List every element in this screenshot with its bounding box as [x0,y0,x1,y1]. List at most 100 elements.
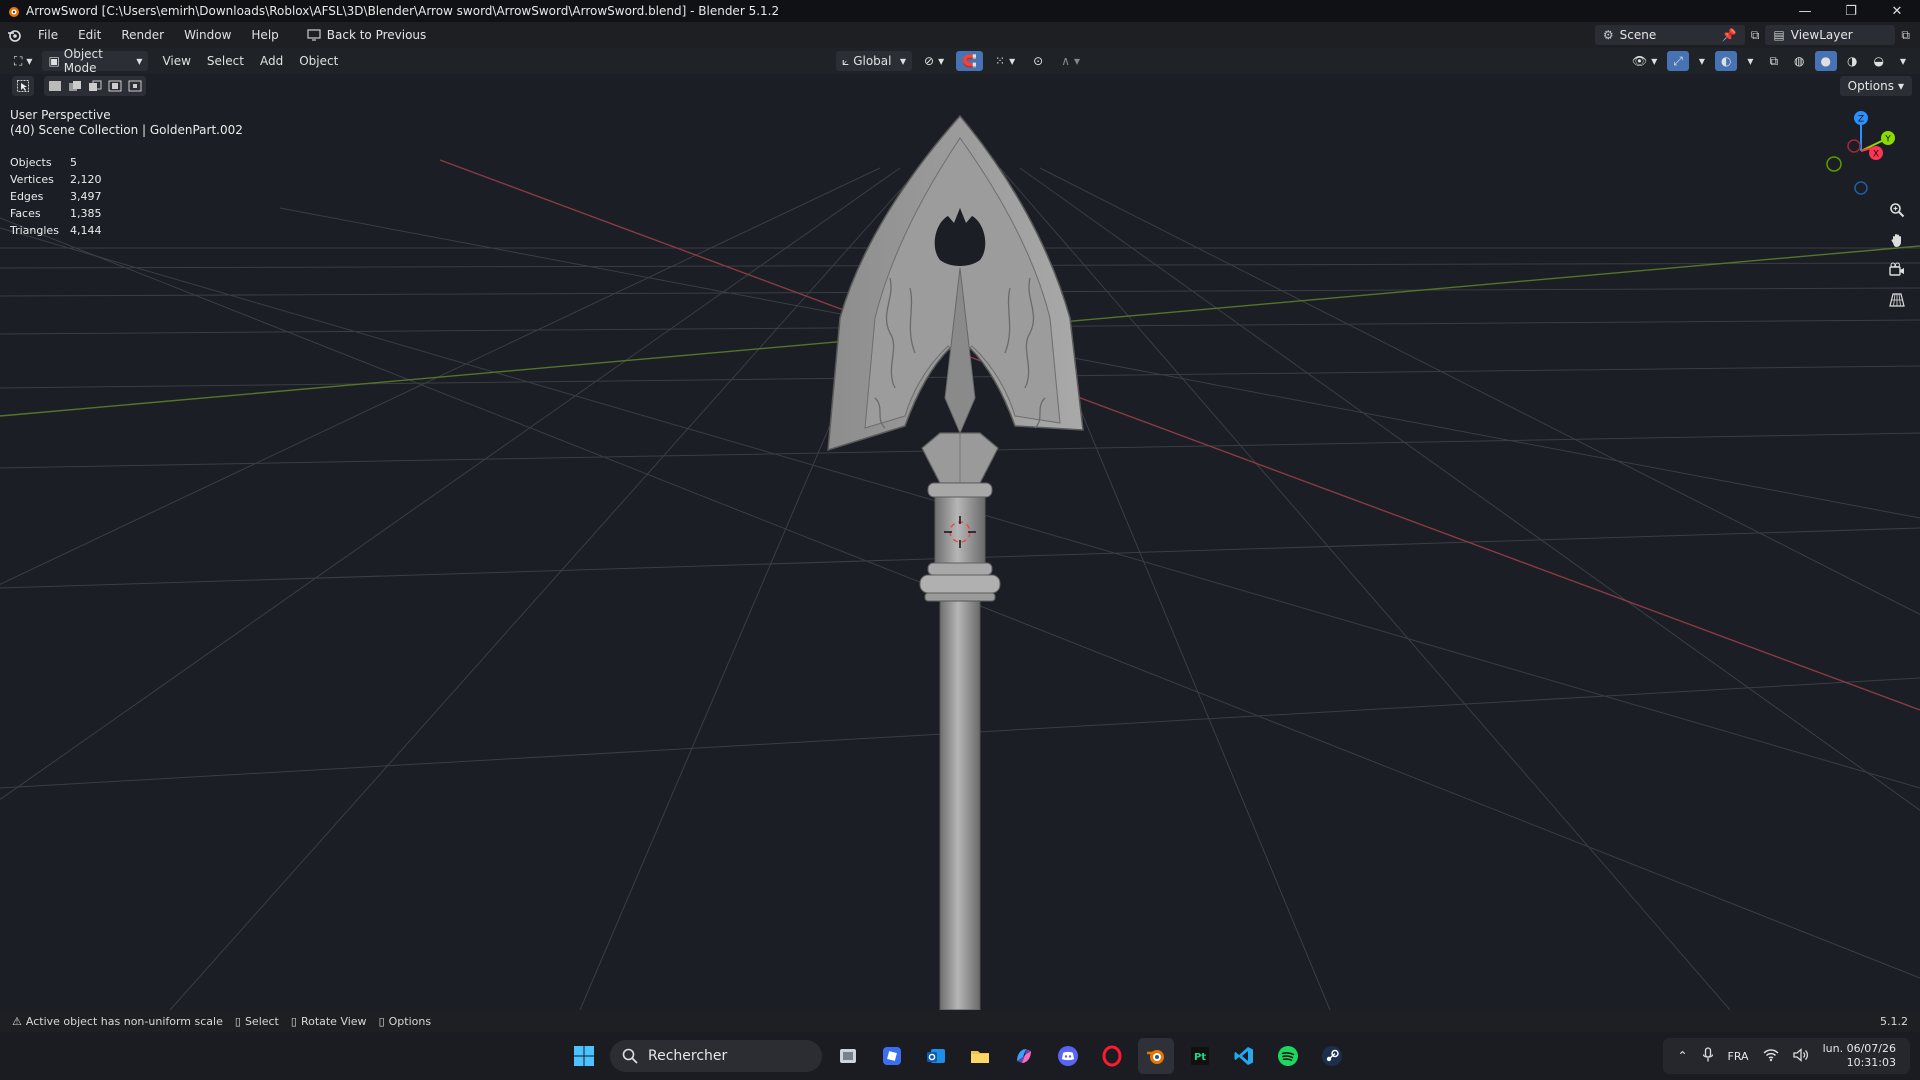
wifi-icon[interactable] [1763,1048,1779,1065]
neg-z-axis-icon[interactable] [1854,181,1868,195]
steam-icon[interactable] [1314,1038,1350,1074]
perspective-grid-icon[interactable] [1886,288,1908,312]
language-indicator[interactable]: FRA [1728,1050,1749,1063]
overlay-dropdown[interactable]: ▾ [1741,51,1759,71]
zoom-icon[interactable] [1886,198,1908,222]
blender-icon [9,7,19,17]
viewlayer-label: ViewLayer [1790,28,1853,42]
transform-orientation-selector[interactable]: ⟀ Global ▾ [836,51,912,71]
overlay-toggle[interactable]: ◐ [1714,51,1738,71]
spotify-icon[interactable] [1270,1038,1306,1074]
snap-toggle[interactable]: 🧲 [956,51,984,71]
viewlayer-icon: ▤ [1773,28,1785,42]
menu-select[interactable]: Select [201,51,250,71]
falloff-curve-icon: ∧ [1061,54,1070,68]
navigation-gizmo[interactable]: Z Y X [1816,106,1906,196]
search-placeholder: Rechercher [648,1048,728,1064]
select-invert-icon[interactable] [106,78,124,94]
wireframe-shading-button[interactable]: ◍ [1788,51,1810,71]
neg-x-axis-icon[interactable] [1847,139,1861,153]
blender-taskbar-icon[interactable] [1138,1038,1174,1074]
stat-row: Triangles 4,144 [10,222,102,239]
scene-selector[interactable]: ⚙ Scene 📌 [1594,25,1745,45]
chevron-up-icon[interactable]: ⌃ [1677,1049,1687,1063]
window-controls: — ❐ ✕ [1782,0,1920,22]
options-dropdown[interactable]: Options ▾ [1839,76,1912,96]
chevron-down-icon: ▾ [1899,54,1906,68]
microphone-icon[interactable] [1702,1046,1714,1066]
task-view-icon[interactable] [830,1038,866,1074]
close-button[interactable]: ✕ [1874,0,1920,22]
falloff-button[interactable]: ∧ ▾ [1055,51,1086,71]
new-viewlayer-icon[interactable]: ⧉ [1901,28,1910,43]
top-menu-bar: File Edit Render Window Help Back to Pre… [0,22,1920,48]
menu-view[interactable]: View [156,51,196,71]
select-extend-icon[interactable] [66,78,84,94]
new-scene-icon[interactable]: ⧉ [1751,28,1760,43]
file-explorer-icon[interactable] [962,1038,998,1074]
mode-selector[interactable]: ▣ Object Mode ▾ [42,47,149,75]
menu-file[interactable]: File [28,22,68,48]
xray-toggle[interactable]: ⧉ [1763,51,1784,71]
pan-hand-icon[interactable] [1886,228,1908,252]
window-title: ArrowSword [C:\Users\emirh\Downloads\Rob… [26,4,780,18]
visibility-button[interactable]: 👁 ▾ [1626,51,1663,71]
pivot-point-button[interactable]: ⊘ ▾ [918,51,950,71]
outlook-icon[interactable] [918,1038,954,1074]
shading-dropdown[interactable]: ▾ [1894,51,1912,71]
select-new-icon[interactable] [46,78,64,94]
menu-add[interactable]: Add [254,51,289,71]
perspective-label: User Perspective [10,108,111,122]
pin-icon[interactable]: 📌 [1722,28,1737,42]
tool-settings-row: Options ▾ [0,74,1920,98]
discord-icon[interactable] [1050,1038,1086,1074]
rendered-shading-button[interactable]: ◒ [1867,51,1889,71]
solid-shading-button[interactable]: ● [1814,51,1837,71]
material-shading-button[interactable]: ◑ [1841,51,1863,71]
3d-viewport[interactable]: User Perspective (40) Scene Collection |… [0,98,1920,1010]
volume-icon[interactable] [1792,1047,1809,1065]
gizmo-toggle[interactable]: ⤢ [1667,51,1689,71]
menu-object[interactable]: Object [293,51,344,71]
menu-help[interactable]: Help [241,22,288,48]
date-label: lun. 06/07/26 [1822,1042,1896,1055]
stat-value: 5 [70,156,77,169]
menu-edit[interactable]: Edit [68,22,111,48]
start-button[interactable] [566,1038,602,1074]
menu-render[interactable]: Render [111,22,174,48]
options-hint-text: Options [388,1014,432,1028]
svg-text:Pt: Pt [1194,1052,1206,1063]
snap-target-button[interactable]: ⁙ ▾ [989,51,1021,71]
viewlayer-selector[interactable]: ▤ ViewLayer [1765,25,1896,45]
vscode-icon[interactable] [1226,1038,1262,1074]
chevron-down-icon: ▾ [26,54,33,68]
transform-orientation-label: Global [853,54,892,68]
blender-menu-icon[interactable] [0,22,28,48]
neg-y-axis-icon[interactable] [1826,156,1842,172]
minimize-button[interactable]: — [1782,0,1828,22]
chevron-down-icon: ▾ [1009,54,1016,68]
opera-icon[interactable] [1094,1038,1130,1074]
pycharm-icon[interactable]: Pt [1182,1038,1218,1074]
mouse-left-icon: ▯ [234,1014,241,1028]
select-subtract-icon[interactable] [86,78,104,94]
select-intersect-icon[interactable] [126,78,144,94]
stat-row: Vertices 2,120 [10,171,102,188]
select-tool-button[interactable] [12,76,34,96]
clock[interactable]: lun. 06/07/26 10:31:03 [1823,1042,1896,1070]
mouse-right-icon: ▯ [378,1014,385,1028]
sword-model[interactable] [827,114,1084,1010]
rotate-hint-text: Rotate View [300,1014,367,1028]
menu-window[interactable]: Window [174,22,241,48]
copilot-icon[interactable] [1006,1038,1042,1074]
restore-button[interactable]: ❐ [1828,0,1874,22]
proportional-edit-toggle[interactable]: ⊙ [1027,51,1049,71]
back-to-previous-button[interactable]: Back to Previous [297,25,437,45]
editor-type-button[interactable]: ⛶ ▾ [8,51,38,71]
scene-icon: ⚙ [1602,28,1614,42]
camera-view-icon[interactable] [1886,258,1908,282]
taskbar-search[interactable]: Rechercher [610,1040,822,1072]
roblox-studio-icon[interactable] [874,1038,910,1074]
gizmo-dropdown[interactable]: ▾ [1693,51,1711,71]
windows-logo-icon [574,1046,594,1066]
